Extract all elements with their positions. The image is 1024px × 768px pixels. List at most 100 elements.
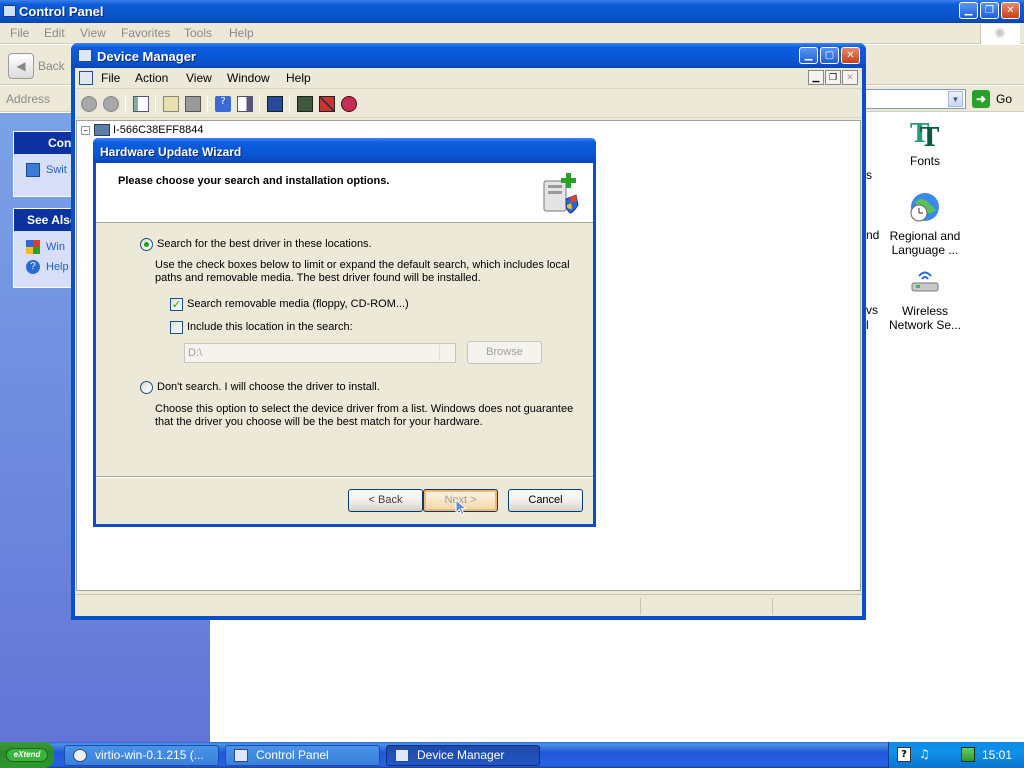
windows-update-label: Win [46, 240, 65, 253]
include-location-label[interactable]: Include this location in the search: [187, 321, 353, 334]
globe-clock-icon [907, 189, 943, 225]
regional-language-label: Regional and Language ... [889, 229, 961, 257]
minimize-button[interactable]: ▁ [799, 47, 818, 64]
system-tray: ? ♫ 15:01 [888, 742, 1024, 768]
go-button[interactable]: ➜ Go [972, 90, 1022, 110]
manual-option-radio[interactable] [140, 381, 153, 394]
control-panel-menubar: File Edit View Favorites Tools Help [0, 23, 1024, 44]
task-virtio-label: virtio-win-0.1.215 (... [95, 748, 204, 762]
clock[interactable]: 15:01 [982, 748, 1012, 762]
task-virtio[interactable]: virtio-win-0.1.215 (... [64, 745, 219, 766]
location-combobox[interactable]: D:\ [184, 343, 456, 363]
help-icon[interactable]: ? [215, 96, 231, 112]
close-button[interactable]: ✕ [841, 47, 860, 64]
chevron-down-icon[interactable] [439, 345, 454, 361]
mmc-app-icon[interactable] [79, 71, 93, 85]
network-tray-icon[interactable] [961, 747, 975, 762]
fonts-item[interactable]: TT Fonts [880, 114, 970, 168]
see-also-header[interactable]: See Also [14, 209, 72, 231]
cancel-button[interactable]: Cancel [508, 489, 583, 512]
switch-view-link[interactable]: Swit [26, 163, 67, 177]
forward-icon[interactable] [103, 96, 119, 112]
maximize-button[interactable]: ▢ [820, 47, 839, 64]
panel-header[interactable]: Con [14, 132, 72, 154]
menu-action[interactable]: Action [135, 71, 168, 85]
show-hide-tree-icon[interactable] [133, 96, 149, 112]
monitor-icon [26, 163, 40, 177]
wireless-network-item[interactable]: Wireless Network Se... [880, 264, 970, 332]
search-option-radio[interactable] [140, 238, 153, 251]
manual-option-label[interactable]: Don't search. I will choose the driver t… [157, 381, 380, 394]
device-manager-icon [395, 749, 409, 762]
search-option-label[interactable]: Search for the best driver in these loca… [157, 238, 372, 251]
browse-button[interactable]: Browse [467, 341, 542, 364]
maximize-button[interactable]: ❐ [980, 2, 999, 19]
partial-label: s [866, 168, 872, 182]
uninstall-device-icon[interactable] [341, 96, 357, 112]
back-label: Back [38, 59, 65, 73]
menu-favorites[interactable]: Favorites [121, 26, 170, 40]
toolbar-separator [259, 95, 260, 113]
collapse-icon[interactable]: − [81, 125, 90, 135]
help-support-link[interactable]: ? Help [26, 260, 69, 274]
device-manager-titlebar[interactable]: Device Manager ▁ ▢ ✕ [71, 43, 866, 68]
disable-device-icon[interactable] [319, 96, 335, 112]
hardware-update-wizard: Hardware Update Wizard Please choose you… [93, 138, 596, 527]
task-device-manager[interactable]: Device Manager [386, 745, 540, 766]
menu-help[interactable]: Help [229, 26, 254, 40]
menu-file[interactable]: File [101, 71, 120, 85]
scan-hardware-icon[interactable] [267, 96, 283, 112]
start-button[interactable]: eXtend [0, 742, 54, 768]
help-tray-icon[interactable]: ? [897, 747, 911, 762]
wizard-titlebar[interactable]: Hardware Update Wizard [93, 138, 596, 163]
tree-root-computer[interactable]: − I-566C38EFF8844 [81, 124, 204, 137]
task-control-panel[interactable]: Control Panel [225, 745, 380, 766]
manual-option-description: Choose this option to select the device … [155, 403, 574, 428]
back-button[interactable]: < Back [348, 489, 423, 512]
menu-edit[interactable]: Edit [44, 26, 65, 40]
menu-view[interactable]: View [80, 26, 106, 40]
toolbar-separator [289, 95, 290, 113]
fonts-label: Fonts [909, 154, 940, 168]
mdi-minimize-button[interactable]: ▁ [808, 70, 824, 85]
mdi-close-button[interactable]: ✕ [842, 70, 858, 85]
mdi-restore-button[interactable]: ❐ [825, 70, 841, 85]
print-icon[interactable] [185, 96, 201, 112]
speaker-icon[interactable]: ♫ [919, 747, 933, 762]
chevron-down-icon[interactable]: ▼ [948, 91, 963, 107]
back-icon[interactable] [81, 96, 97, 112]
windows-update-link[interactable]: Win [26, 240, 65, 254]
control-panel-titlebar[interactable]: Control Panel ▁ ❐ ✕ [0, 0, 1024, 23]
device-manager-menubar: File Action View Window Help ▁ ❐ ✕ [75, 68, 862, 89]
menu-file[interactable]: File [10, 26, 29, 40]
menu-window[interactable]: Window [227, 71, 270, 85]
control-panel-caption-buttons: ▁ ❐ ✕ [959, 2, 1020, 19]
go-label: Go [996, 92, 1013, 106]
menu-tools[interactable]: Tools [184, 26, 212, 40]
back-button[interactable]: ◀ Back [8, 53, 70, 79]
menu-help[interactable]: Help [286, 71, 311, 85]
minimize-button[interactable]: ▁ [959, 2, 978, 19]
help-icon: ? [26, 260, 40, 274]
up-level-icon[interactable] [163, 96, 179, 112]
mouse-cursor-icon [455, 499, 468, 516]
see-also-panel: See Also Win ? Help [13, 208, 73, 288]
svg-text:T: T [920, 123, 940, 150]
location-value: D:\ [188, 347, 203, 359]
wizard-header: Please choose your search and installati… [96, 163, 593, 223]
toolbar-separator [155, 95, 156, 113]
include-location-checkbox[interactable] [170, 321, 183, 334]
wireless-network-label: Wireless Network Se... [888, 304, 962, 332]
close-button[interactable]: ✕ [1001, 2, 1020, 19]
control-panel-icon [234, 749, 248, 762]
show-action-pane-icon[interactable] [237, 96, 253, 112]
partial-label: l [866, 318, 869, 332]
removable-media-checkbox[interactable]: ✓ [170, 298, 183, 311]
removable-media-label[interactable]: Search removable media (floppy, CD-ROM..… [187, 298, 409, 311]
switch-view-panel: Con Swit [13, 131, 73, 197]
address-input[interactable]: ▼ [866, 89, 966, 109]
windows-flag-icon [26, 240, 40, 254]
regional-language-item[interactable]: Regional and Language ... [880, 189, 970, 257]
menu-view[interactable]: View [186, 71, 212, 85]
update-driver-icon[interactable] [297, 96, 313, 112]
